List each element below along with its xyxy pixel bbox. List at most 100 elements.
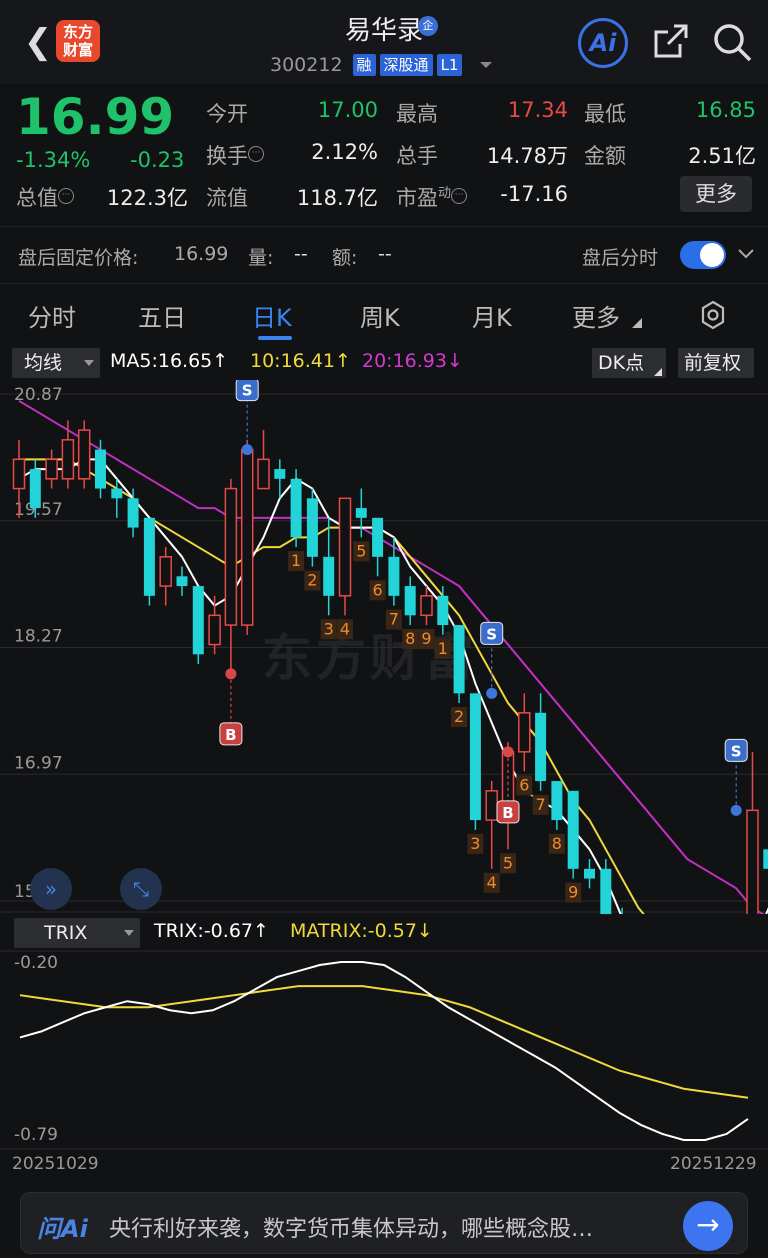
- td-count-label: 7: [389, 610, 399, 629]
- candle-body: [518, 712, 531, 753]
- candle-body: [224, 487, 238, 626]
- td-count-label: 4: [340, 619, 350, 638]
- float-label: 流值: [206, 186, 248, 210]
- date-axis: 20251029 20251229: [0, 1152, 768, 1178]
- after-amt-value: --: [378, 243, 392, 265]
- adjust-button[interactable]: 前复权: [678, 348, 754, 378]
- signal-letter: S: [486, 625, 497, 643]
- signal-dot: [730, 804, 742, 816]
- fullscreen-icon[interactable]: ⤡: [120, 868, 162, 910]
- turnover-label[interactable]: 换手 ···: [206, 140, 264, 170]
- ask-ai-bar[interactable]: 问Ai 央行利好来袭，数字货币集体异动，哪些概念股… →: [20, 1192, 748, 1254]
- start-date: 20251029: [12, 1154, 99, 1174]
- caret-down-icon: [124, 930, 134, 936]
- trix-svg: -0.20 -0.79: [0, 950, 768, 1150]
- tab-weekly-k[interactable]: 周K: [360, 298, 400, 333]
- turnover-value: 2.12%: [311, 140, 378, 164]
- open-label: 今开: [206, 102, 248, 126]
- signal-letter: B: [502, 804, 513, 822]
- candle-body: [240, 448, 254, 626]
- sub-indicator-select[interactable]: TRIX: [14, 918, 140, 948]
- change-percent: -1.34%: [16, 148, 91, 172]
- candle-body: [388, 556, 400, 596]
- turnover-label-text: 换手: [206, 144, 248, 168]
- candle-body: [127, 498, 139, 528]
- period-tabs: 分时 五日 日K 周K 月K 更多: [0, 288, 768, 344]
- ask-ai-prompt[interactable]: 央行利好来袭，数字货币集体异动，哪些概念股…: [109, 1211, 593, 1243]
- after-timeline-label: 盘后分时: [582, 247, 659, 269]
- amount-label: 金额: [584, 144, 626, 168]
- matrix-line: [19, 985, 749, 1099]
- td-count-label: 5: [503, 853, 513, 872]
- candle-body: [600, 868, 612, 914]
- gear-icon[interactable]: [698, 300, 728, 330]
- candle-body: [29, 469, 41, 509]
- ma10-label: 10:16.41↑: [250, 350, 351, 372]
- candle-body: [404, 586, 416, 616]
- tab-monthly-k[interactable]: 月K: [472, 298, 512, 333]
- td-count-label: 8: [552, 834, 562, 853]
- tab-more[interactable]: 更多: [572, 298, 620, 333]
- expand-right-icon[interactable]: »: [30, 868, 72, 910]
- tab-daily-k[interactable]: 日K: [252, 298, 292, 333]
- search-icon[interactable]: [710, 20, 754, 64]
- indicator-select-label: 均线: [24, 352, 63, 374]
- chevron-down-icon[interactable]: [736, 243, 756, 263]
- after-hours-toggle[interactable]: [680, 241, 726, 269]
- ai-button[interactable]: Ai: [578, 18, 628, 68]
- mktcap-label[interactable]: 总值 ···: [16, 182, 74, 212]
- more-button[interactable]: 更多: [680, 176, 752, 212]
- open-value: 17.00: [317, 98, 378, 122]
- td-count-label: 3: [324, 619, 334, 638]
- active-tab-underline: [258, 336, 292, 340]
- signal-dot: [486, 687, 498, 699]
- trix-chart[interactable]: -0.20 -0.79: [0, 950, 768, 1150]
- trix-value: TRIX:-0.67: [154, 920, 253, 942]
- td-count-label: 6: [373, 580, 383, 599]
- connect-tag: 深股通: [379, 54, 433, 76]
- candle-body: [208, 614, 221, 646]
- td-count-label: 8: [405, 629, 415, 648]
- td-count-label: 5: [356, 541, 366, 560]
- signal-dot: [241, 444, 253, 456]
- tab-intraday[interactable]: 分时: [28, 298, 76, 333]
- enterprise-badge-icon: 企: [418, 16, 438, 36]
- dropdown-icon[interactable]: [480, 62, 493, 68]
- candle-body: [274, 469, 286, 479]
- tab-five-day[interactable]: 五日: [138, 298, 186, 333]
- candle-body: [584, 868, 595, 879]
- td-count-label: 2: [454, 707, 464, 726]
- ma20-line: [18, 399, 765, 914]
- change-amount: -0.23: [130, 148, 185, 172]
- candle-body: [45, 458, 58, 480]
- trix-axis-bottom: -0.79: [14, 1125, 58, 1145]
- signal-letter: S: [242, 382, 253, 400]
- stock-code: 300212: [270, 54, 343, 76]
- amount-value: 2.51亿: [688, 144, 756, 168]
- signal-letter: B: [225, 726, 236, 744]
- low-label: 最低: [584, 102, 626, 126]
- send-arrow-icon[interactable]: →: [683, 1201, 733, 1251]
- after-qty-value: --: [294, 243, 308, 265]
- share-icon[interactable]: [650, 22, 690, 62]
- pe-label[interactable]: 市盈动 ···: [396, 182, 468, 212]
- kline-chart[interactable]: 东方财富 20.8719.5718.2716.9715.671234567891…: [0, 380, 768, 914]
- td-count-label: 2: [307, 571, 317, 590]
- y-axis-label: 18.27: [14, 627, 63, 647]
- info-icon: ···: [451, 188, 468, 204]
- top-nav-bar: ❮ 东方 财富 易华录 企 300212 融 深股通 L1 Ai: [0, 0, 768, 84]
- info-icon: ···: [58, 188, 74, 204]
- candle-body: [290, 478, 302, 538]
- td-count-label: 9: [421, 629, 431, 648]
- candle-body: [485, 790, 498, 821]
- trix-legend-row: TRIX TRIX:-0.67↑ MATRIX:-0.57↓: [0, 916, 768, 950]
- indicator-select[interactable]: 均线: [12, 348, 100, 378]
- candle-body: [257, 458, 270, 490]
- caret-down-icon: [84, 360, 94, 366]
- ma20-value: 20:16.93: [362, 350, 447, 372]
- pe-label-text: 市盈: [396, 186, 438, 210]
- ma5-label: MA5:16.65↑: [110, 350, 229, 372]
- margin-tag: 融: [352, 54, 376, 76]
- candle-body: [437, 595, 449, 626]
- end-date: 20251229: [670, 1154, 757, 1174]
